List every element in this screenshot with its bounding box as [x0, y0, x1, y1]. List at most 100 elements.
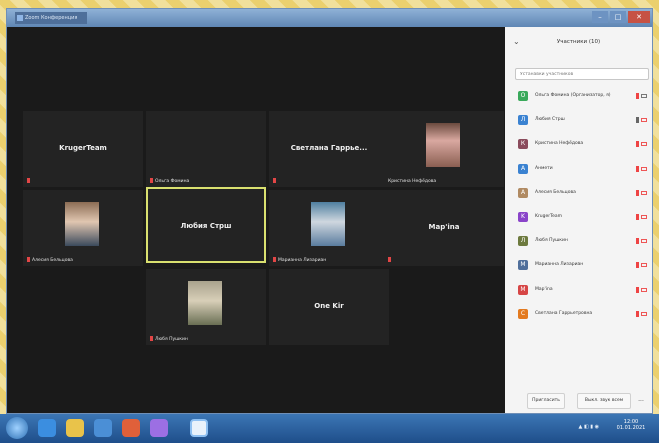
participant-name: Алесия Бельцова — [535, 189, 576, 195]
participant-avatar: M — [518, 284, 528, 295]
tile-caption-text: Ольга Фомина — [155, 179, 190, 184]
panel-title: Участники (10) — [556, 39, 601, 45]
video-tile[interactable]: Марианна Лизариан — [269, 190, 389, 266]
window-tab[interactable]: Zoom Конференция — [15, 12, 87, 24]
maximize-button[interactable]: □ — [610, 11, 626, 23]
viber-icon[interactable] — [150, 419, 168, 437]
tile-name: Любия Стрш — [180, 222, 232, 230]
window-tab-title: Zoom Конференция — [25, 15, 78, 21]
participant-photo — [188, 281, 222, 325]
participant-row[interactable]: A Анмети — [515, 158, 649, 182]
mic-muted-icon — [27, 257, 30, 262]
close-button[interactable]: ✕ — [628, 11, 650, 23]
participant-row[interactable]: K KrugerTeam — [515, 206, 649, 230]
tile-caption — [273, 178, 278, 184]
mic-muted-icon — [273, 178, 276, 183]
more-options-button[interactable]: ... — [635, 393, 647, 407]
video-off-icon[interactable] — [641, 142, 647, 147]
participant-name: Кристина Нефёдова — [535, 141, 584, 147]
participant-avatar: M — [518, 260, 528, 271]
video-off-icon[interactable] — [641, 118, 647, 123]
video-tile[interactable]: Любя Пушкин — [146, 269, 266, 345]
zoom-taskbar-icon[interactable] — [190, 419, 208, 437]
tile-caption: Кристина Нефёдова — [388, 179, 436, 184]
participant-list: O Ольга Фомина (Организатор, я) Л Любия Стр… — [515, 85, 649, 327]
participant-name: Анмети — [535, 165, 553, 171]
participant-row[interactable]: O Ольга Фомина (Организатор, я) — [515, 85, 649, 109]
chrome-icon[interactable] — [122, 419, 140, 437]
minimize-button[interactable]: – — [592, 11, 608, 23]
participant-row[interactable]: Л Любия Стрш — [515, 109, 649, 133]
zoom-app-icon — [17, 15, 23, 21]
video-off-icon[interactable] — [641, 190, 647, 195]
tile-name: Мар'inа — [428, 223, 460, 231]
video-tile[interactable]: One Kir — [269, 269, 389, 345]
participant-search-input[interactable] — [515, 68, 649, 80]
title-bar: Zoom Конференция – □ ✕ — [7, 9, 652, 27]
mic-muted-icon[interactable] — [636, 310, 639, 317]
participant-avatar: O — [518, 91, 528, 101]
video-off-icon[interactable] — [641, 239, 647, 244]
participant-avatar: A — [518, 163, 528, 174]
participant-name: KrugerTeam — [535, 213, 563, 219]
participant-name: Ольга Фомина (Организатор, я) — [535, 93, 611, 98]
video-off-icon[interactable] — [641, 263, 647, 268]
participant-row[interactable]: M Мар'inа — [515, 279, 649, 303]
tile-caption-text: Марианна Лизариан — [278, 258, 327, 263]
mic-muted-icon — [150, 336, 153, 341]
participants-panel: ⌄ Участники (10) O Ольга Фомина (Организа… — [505, 27, 652, 413]
participant-row[interactable]: M Марианна Лизариан — [515, 254, 649, 278]
media-player-icon[interactable] — [94, 419, 112, 437]
video-tile[interactable]: Алесия Бельцова — [23, 190, 143, 266]
clock-date: 01.01.2021 — [616, 425, 646, 431]
video-tile[interactable]: Кристина Нефёдова — [384, 111, 504, 187]
participant-row[interactable]: A Алесия Бельцова — [515, 182, 649, 206]
participant-photo — [311, 202, 345, 246]
mic-muted-icon[interactable] — [636, 238, 639, 245]
video-off-icon[interactable] — [641, 311, 647, 316]
video-off-icon[interactable] — [641, 166, 647, 171]
file-explorer-icon[interactable] — [66, 419, 84, 437]
video-tile[interactable]: Ольга Фомина — [146, 111, 266, 187]
participant-name: Марианна Лизариан — [535, 262, 584, 268]
video-gallery: KrugerTeam Ольга Фомина Светлана Гаррье.… — [7, 27, 505, 413]
mic-icon[interactable] — [636, 117, 639, 124]
panel-header: ⌄ Участники (10) — [505, 27, 652, 59]
participant-avatar: K — [518, 211, 528, 222]
mic-muted-icon — [388, 257, 391, 262]
tile-caption: Марианна Лизариан — [273, 257, 326, 263]
invite-button[interactable]: Пригласить — [527, 393, 565, 409]
participant-row[interactable]: С Светлана Гаррьетровна — [515, 303, 649, 327]
participant-avatar: Л — [518, 115, 528, 126]
clock[interactable]: 12:00 01.01.2021 — [611, 419, 651, 431]
participant-row[interactable]: К Кристина Нефёдова — [515, 133, 649, 157]
tile-name: KrugerTeam — [59, 144, 107, 152]
start-button[interactable] — [6, 417, 28, 439]
mic-muted-icon[interactable] — [636, 213, 639, 220]
mic-muted-icon[interactable] — [636, 141, 639, 148]
tile-caption: Любя Пушкин — [150, 336, 188, 342]
video-off-icon[interactable] — [641, 214, 647, 219]
video-tile[interactable]: KrugerTeam — [23, 111, 143, 187]
mic-muted-icon[interactable] — [636, 93, 639, 99]
mute-all-button[interactable]: Выкл. звук всем — [577, 393, 631, 409]
active-speaker-tile[interactable]: Любия Стрш — [146, 187, 266, 263]
participant-row[interactable]: Л Любя Пушкин — [515, 230, 649, 254]
video-tile[interactable]: Светлана Гаррье... — [269, 111, 389, 187]
participant-name: Мар'inа — [535, 286, 553, 292]
windows-taskbar: ▲ ◧ ▮ ◉ 12:00 01.01.2021 — [0, 414, 659, 443]
mic-muted-icon — [27, 178, 30, 183]
participant-avatar: К — [518, 139, 528, 150]
participant-photo — [65, 202, 99, 246]
video-tile[interactable]: Мар'inа — [384, 190, 504, 266]
tile-caption: Ольга Фомина — [150, 178, 189, 184]
mic-muted-icon[interactable] — [636, 262, 639, 269]
mic-muted-icon[interactable] — [636, 189, 639, 196]
internet-explorer-icon[interactable] — [38, 419, 56, 437]
mic-muted-icon[interactable] — [636, 165, 639, 172]
mic-muted-icon[interactable] — [636, 286, 639, 293]
zoom-window: Zoom Конференция – □ ✕ KrugerTeam Ольга … — [6, 8, 653, 414]
video-off-icon[interactable] — [641, 287, 647, 292]
video-icon[interactable] — [641, 94, 647, 98]
participant-name: Любя Пушкин — [535, 238, 568, 244]
